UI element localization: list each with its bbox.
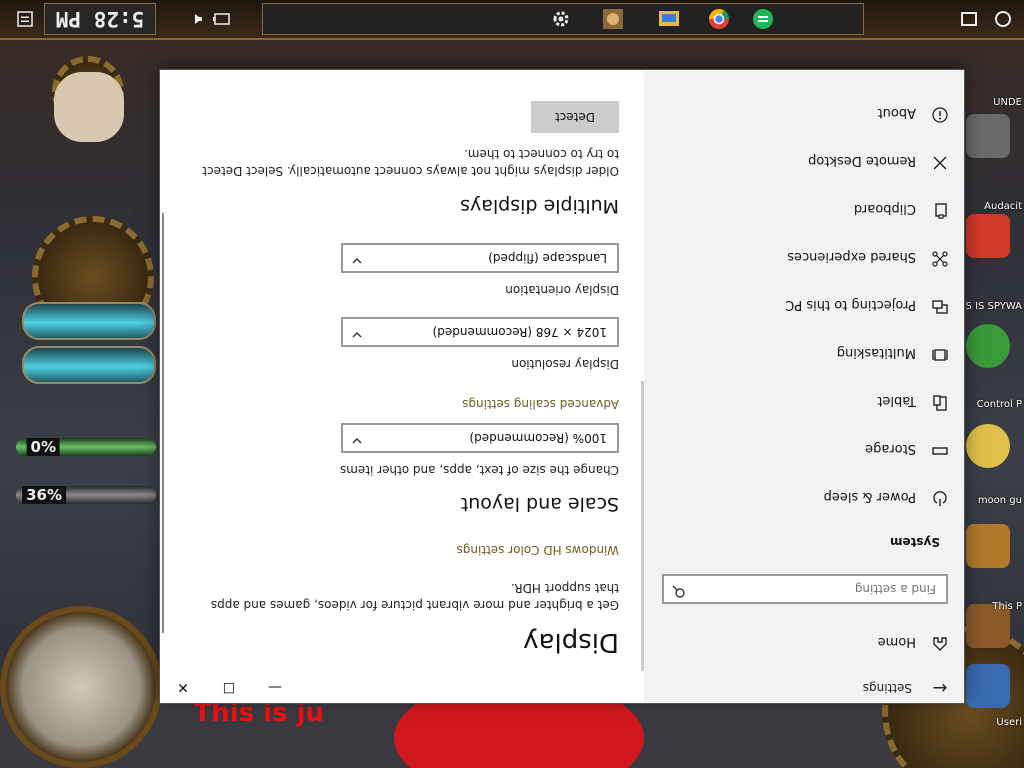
clock-text: 5:28 PM xyxy=(55,7,145,31)
volume-icon[interactable] xyxy=(182,6,208,32)
page-title: Display xyxy=(523,627,619,657)
home-icon xyxy=(916,632,964,652)
desktop-icon[interactable] xyxy=(966,214,1010,258)
desktop-icon-label: UNDE xyxy=(993,97,1022,108)
pane-divider xyxy=(641,381,644,671)
chevron-down-icon xyxy=(351,432,363,447)
search-input[interactable] xyxy=(694,581,938,597)
sidebar-item-label: Multitasking xyxy=(836,345,916,361)
game-icon[interactable] xyxy=(598,6,628,32)
settings-window: ← Settings — ☐ ✕ Home System Power & sle… xyxy=(160,70,964,703)
sidebar-item-multitasking[interactable]: Multitasking xyxy=(644,335,964,371)
desktop-icon[interactable] xyxy=(966,664,1010,708)
desktop-icon-label: moon gu xyxy=(977,495,1022,506)
info-icon xyxy=(916,103,964,123)
folder-icon[interactable] xyxy=(654,6,684,32)
sidebar-item-clipboard[interactable]: Clipboard xyxy=(644,191,964,227)
desktop-icon[interactable] xyxy=(966,424,1010,468)
search-icon[interactable] xyxy=(672,581,686,599)
desktop-icon[interactable] xyxy=(966,524,1010,568)
sidebar-item-tablet[interactable]: Tablet xyxy=(644,383,964,419)
sidebar-section-heading: System xyxy=(890,535,940,549)
advanced-scaling-link[interactable]: Advanced scaling settings xyxy=(462,397,619,411)
chevron-down-icon xyxy=(351,252,363,267)
sidebar-item-about[interactable]: About xyxy=(644,95,964,131)
detect-button[interactable]: Detect xyxy=(530,101,619,133)
sidebar-item-label: Clipboard xyxy=(853,201,916,217)
scale-layout-heading: Scale and layout xyxy=(460,493,619,515)
battery-icon[interactable] xyxy=(208,6,234,32)
sidebar-item-label: About xyxy=(877,105,916,121)
taskbar-clock[interactable]: 5:28 PM xyxy=(44,3,156,35)
resolution-label: Display resolution xyxy=(511,357,619,371)
desktop-icon-label: Control P xyxy=(976,399,1022,410)
multiple-displays-description: Older displays might not always connect … xyxy=(202,147,619,178)
wallpaper-clock xyxy=(0,606,162,768)
desktop-icon-label: Audacit xyxy=(984,201,1022,212)
projecting-icon xyxy=(916,295,964,315)
sidebar-item-label: Shared experiences xyxy=(787,249,916,265)
scrollbar[interactable] xyxy=(162,213,164,633)
search-box xyxy=(662,574,948,604)
orientation-dropdown[interactable]: Landscape (flipped) xyxy=(341,243,619,273)
sidebar-item-label: Remote Desktop xyxy=(808,153,916,169)
wallpaper-tube xyxy=(22,302,156,340)
sidebar-item-label: Home xyxy=(877,634,916,650)
sidebar-item-label: Power & sleep xyxy=(823,489,916,505)
back-button[interactable]: ← xyxy=(930,677,950,698)
resolution-value: 1024 × 768 (Recommended) xyxy=(432,325,607,339)
desktop-icon-label: Useri xyxy=(996,717,1022,728)
scale-value: 100% (Recommended) xyxy=(469,431,607,445)
sidebar-item-label: Projecting to this PC xyxy=(785,297,916,313)
desktop-icon-label: This P xyxy=(992,601,1022,612)
remote-desktop-icon xyxy=(916,151,964,171)
hdr-color-settings-link[interactable]: Windows HD Color settings xyxy=(457,543,619,557)
storage-icon xyxy=(916,439,964,459)
gauge-value: 0% xyxy=(26,438,60,456)
orientation-label: Display orientation xyxy=(505,283,619,297)
sidebar-item-projecting[interactable]: Projecting to this PC xyxy=(644,287,964,323)
clipboard-icon xyxy=(916,199,964,219)
sidebar-item-remote-desktop[interactable]: Remote Desktop xyxy=(644,143,964,179)
power-icon xyxy=(916,487,964,507)
hdr-description: Get a brighter and more vibrant picture … xyxy=(210,581,619,612)
sidebar-item-power-sleep[interactable]: Power & sleep xyxy=(644,479,964,515)
wallpaper-tube xyxy=(22,346,156,384)
notification-icon[interactable] xyxy=(10,6,40,32)
display-settings-page: Display Get a brighter and more vibrant … xyxy=(179,70,619,703)
settings-icon[interactable] xyxy=(546,6,576,32)
cortana-icon[interactable] xyxy=(988,6,1018,32)
scale-label: Change the size of text, apps, and other… xyxy=(339,463,619,477)
orientation-value: Landscape (flipped) xyxy=(488,251,607,265)
multiple-displays-heading: Multiple displays xyxy=(460,195,619,217)
resolution-dropdown[interactable]: 1024 × 768 (Recommended) xyxy=(341,317,619,347)
wallpaper-character xyxy=(54,72,124,142)
chevron-down-icon xyxy=(351,326,363,341)
desktop-icon[interactable] xyxy=(966,114,1010,158)
chrome-icon[interactable] xyxy=(704,6,734,32)
tablet-icon xyxy=(916,391,964,411)
shared-experiences-icon xyxy=(916,247,964,267)
sidebar-item-label: Tablet xyxy=(877,393,916,409)
screen-rotated-180: 0% 36% This is ju Useri This P moon gu C… xyxy=(0,0,1024,768)
desktop-icon[interactable] xyxy=(966,324,1010,368)
task-view-icon[interactable] xyxy=(954,6,984,32)
window-title: Settings xyxy=(862,681,912,695)
gauge-value: 36% xyxy=(22,486,66,504)
sidebar-item-home[interactable]: Home xyxy=(644,624,964,660)
sidebar-item-storage[interactable]: Storage xyxy=(644,431,964,467)
notes-icon[interactable] xyxy=(748,6,778,32)
sidebar-item-shared-experiences[interactable]: Shared experiences xyxy=(644,239,964,275)
multitasking-icon xyxy=(916,343,964,363)
scale-dropdown[interactable]: 100% (Recommended) xyxy=(341,423,619,453)
sidebar-item-label: Storage xyxy=(865,441,916,457)
